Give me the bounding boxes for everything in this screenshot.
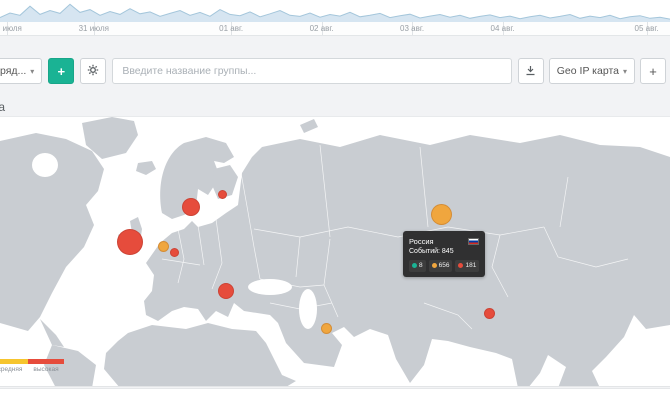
continents bbox=[0, 117, 670, 387]
add-widget-button[interactable]: + bbox=[640, 58, 666, 84]
map-tooltip: Россия Событий: 845 8 656 181 bbox=[403, 231, 485, 277]
plus-icon: + bbox=[649, 64, 657, 79]
chevron-down-icon: ▾ bbox=[623, 67, 627, 76]
legend-item: высокая bbox=[28, 359, 64, 373]
severity-chip: 181 bbox=[455, 260, 479, 272]
world-map bbox=[0, 117, 670, 387]
map-type-select[interactable]: Geo IP карта ▾ bbox=[549, 58, 635, 84]
group-sort-label: ряд... bbox=[0, 65, 26, 77]
tooltip-country: Россия bbox=[409, 236, 434, 247]
group-search-input[interactable] bbox=[112, 58, 511, 84]
map-type-label: Geo IP карта bbox=[557, 65, 619, 77]
severity-dot-icon bbox=[458, 263, 463, 268]
severity-chip: 656 bbox=[429, 260, 453, 272]
dashboard: 30 июля 31 июля 01 авг. 02 авг. 03 авг. 04 ав… bbox=[0, 0, 670, 400]
timeline-axis: 30 июля 31 июля 01 авг. 02 авг. 03 авг. 04 ав… bbox=[0, 22, 670, 36]
map-marker[interactable] bbox=[431, 204, 452, 225]
map-marker[interactable] bbox=[484, 308, 495, 319]
timeline-date-label: 30 июля bbox=[0, 24, 22, 33]
gear-icon bbox=[87, 64, 99, 79]
tooltip-header: Россия bbox=[409, 236, 479, 247]
severity-count: 656 bbox=[439, 261, 450, 271]
severity-dot-icon bbox=[412, 263, 417, 268]
next-panel bbox=[0, 388, 670, 400]
timeline-date-label: 02 авг. bbox=[310, 24, 334, 33]
map-marker[interactable] bbox=[182, 198, 200, 216]
map-marker[interactable] bbox=[321, 323, 332, 334]
severity-chip: 8 bbox=[409, 260, 426, 272]
group-sort-select[interactable]: ряд... ▾ bbox=[0, 58, 42, 84]
map-marker[interactable] bbox=[158, 241, 169, 252]
map-toolbar: ряд... ▾ + Geo IP bbox=[0, 36, 670, 100]
add-group-button[interactable]: + bbox=[48, 58, 74, 84]
group-settings-button[interactable] bbox=[80, 58, 106, 84]
legend-label: высокая bbox=[28, 366, 64, 373]
map-legend: низкаясредняявысокая bbox=[0, 359, 64, 373]
map-marker[interactable] bbox=[218, 190, 227, 199]
tooltip-stats: 8 656 181 bbox=[409, 260, 479, 272]
timeline-date-label: 31 июля bbox=[79, 24, 109, 33]
legend-swatch bbox=[0, 359, 28, 364]
timeline-area bbox=[0, 4, 670, 22]
severity-dot-icon bbox=[432, 263, 437, 268]
timeline-date-label: 01 авг. bbox=[219, 24, 243, 33]
chevron-down-icon: ▾ bbox=[30, 67, 34, 76]
severity-count: 181 bbox=[465, 261, 476, 271]
toolbar-right-group: Geo IP карта ▾ + bbox=[518, 58, 666, 84]
map-marker[interactable] bbox=[218, 283, 234, 299]
timeline-date-label: 03 авг. bbox=[400, 24, 424, 33]
timeline-area-chart[interactable] bbox=[0, 0, 670, 22]
map-marker[interactable] bbox=[117, 229, 143, 255]
legend-label: средняя bbox=[0, 366, 28, 373]
legend-swatch bbox=[28, 359, 64, 364]
legend-item: средняя bbox=[0, 359, 28, 373]
events-timeline-chart[interactable]: 30 июля 31 июля 01 авг. 02 авг. 03 авг. 04 ав… bbox=[0, 0, 670, 36]
download-icon bbox=[525, 64, 536, 79]
page-title: Карта bbox=[0, 100, 643, 116]
download-button[interactable] bbox=[518, 58, 544, 84]
timeline-date-label: 05 авг. bbox=[635, 24, 659, 33]
geo-ip-map[interactable]: Россия Событий: 845 8 656 181 низкаясредня… bbox=[0, 116, 670, 387]
tooltip-events: Событий: 845 bbox=[409, 247, 479, 258]
plus-icon: + bbox=[58, 64, 66, 79]
severity-count: 8 bbox=[419, 261, 423, 271]
timeline-date-label: 04 авг. bbox=[491, 24, 515, 33]
map-marker[interactable] bbox=[170, 248, 179, 257]
russia-flag-icon bbox=[468, 238, 479, 245]
